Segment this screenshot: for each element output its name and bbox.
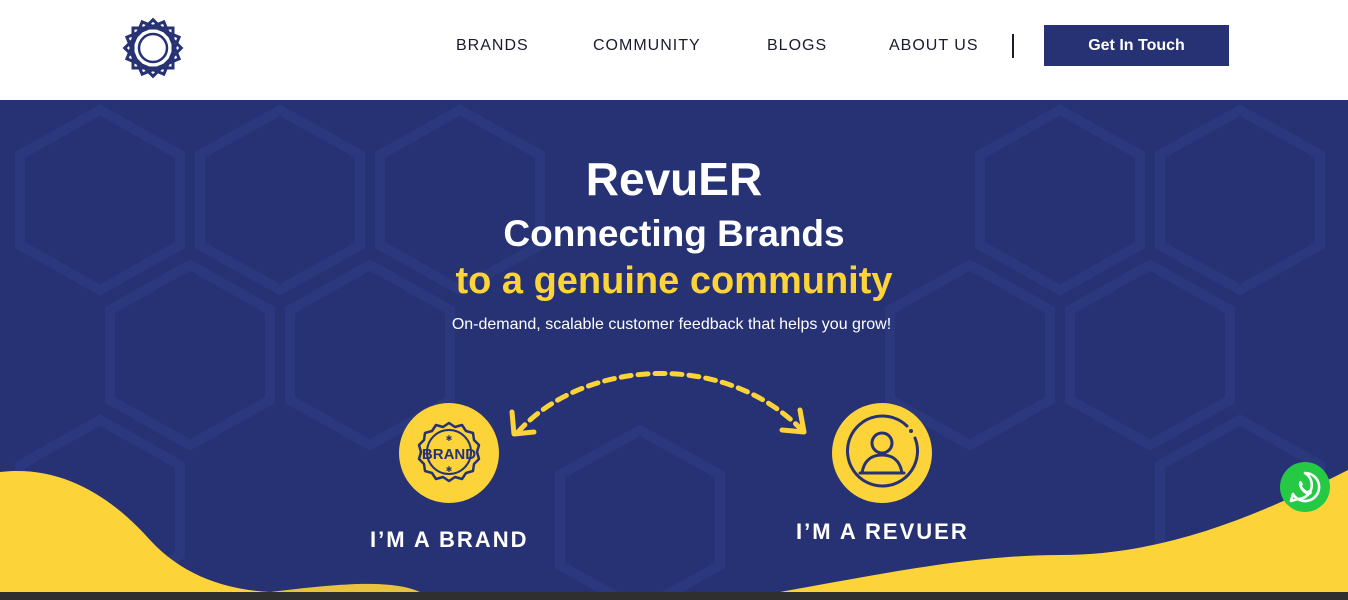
bottom-strip [0, 592, 1348, 600]
hero-headline: Connecting Brands [503, 213, 845, 254]
nav-divider [1012, 34, 1014, 58]
svg-text:✱: ✱ [446, 465, 453, 474]
revuer-option-label[interactable]: I’M A REVUER [796, 519, 969, 545]
get-in-touch-button[interactable]: Get In Touch [1044, 25, 1229, 66]
user-avatar-icon [846, 414, 919, 488]
brand-option-button[interactable]: BRAND ✱ ✱ [399, 403, 499, 503]
whatsapp-chat-button[interactable] [1280, 462, 1330, 512]
brand-option-label[interactable]: I’M A BRAND [370, 527, 528, 553]
whatsapp-icon [1289, 471, 1321, 503]
nav-brands[interactable]: BRANDS [456, 35, 529, 57]
hero-subtitle: On-demand, scalable customer feedback th… [451, 316, 892, 333]
nav-about-us[interactable]: ABOUT US [889, 35, 979, 57]
dashed-arrows-icon [509, 370, 807, 437]
logo-star-icon[interactable] [113, 8, 193, 88]
site-header: BRANDS COMMUNITY BLOGS ABOUT US Get In T… [0, 0, 1348, 100]
hero-headline-accent: to a genuine community [455, 260, 893, 302]
nav-community[interactable]: COMMUNITY [593, 35, 701, 57]
revuer-option-button[interactable] [832, 403, 932, 503]
hero-section: RevuER Connecting Brands to a genuine co… [0, 100, 1348, 592]
hero-title: RevuER [585, 153, 763, 205]
svg-text:✱: ✱ [446, 434, 453, 443]
nav-blogs[interactable]: BLOGS [767, 35, 827, 57]
brand-badge-text: BRAND [422, 446, 476, 463]
brand-badge-icon: BRAND ✱ ✱ [417, 421, 481, 483]
